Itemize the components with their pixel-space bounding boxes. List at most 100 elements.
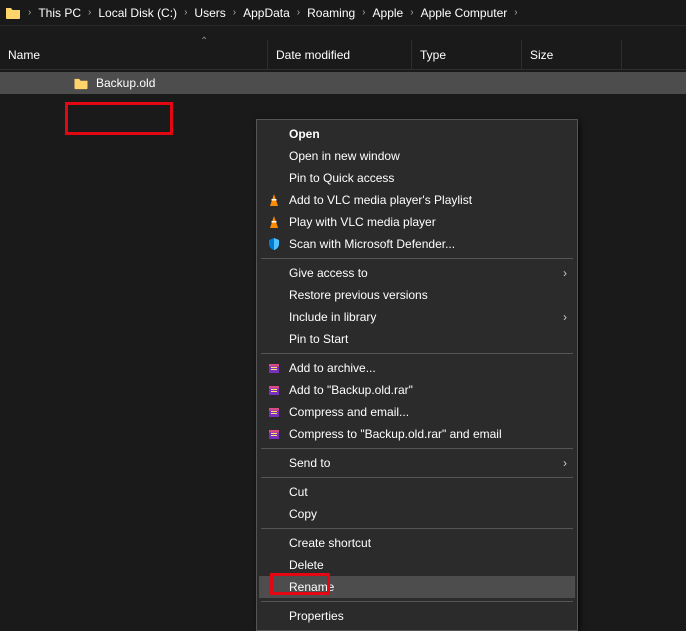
menu-send-to[interactable]: Send to › (259, 452, 575, 474)
breadcrumb-item[interactable]: This PC (33, 4, 86, 22)
winrar-icon (263, 381, 285, 399)
menu-label: Properties (289, 609, 567, 623)
blank-icon (263, 286, 285, 304)
blank-icon (263, 578, 285, 596)
breadcrumb-item[interactable]: Roaming (302, 4, 360, 22)
breadcrumb-item[interactable]: Users (189, 4, 230, 22)
menu-properties[interactable]: Properties (259, 605, 575, 627)
menu-label: Compress to "Backup.old.rar" and email (289, 427, 567, 441)
menu-open[interactable]: Open (259, 123, 575, 145)
menu-defender-scan[interactable]: Scan with Microsoft Defender... (259, 233, 575, 255)
menu-label: Compress and email... (289, 405, 567, 419)
chevron-right-icon: › (86, 7, 93, 18)
menu-label: Open (289, 127, 567, 141)
menu-label: Scan with Microsoft Defender... (289, 237, 567, 251)
breadcrumb-item[interactable]: AppData (238, 4, 295, 22)
menu-compress-email[interactable]: Compress and email... (259, 401, 575, 423)
blank-icon (263, 483, 285, 501)
menu-label: Create shortcut (289, 536, 567, 550)
winrar-icon (263, 425, 285, 443)
menu-label: Restore previous versions (289, 288, 567, 302)
blank-icon (263, 264, 285, 282)
chevron-right-icon: › (563, 266, 567, 280)
menu-separator (261, 601, 573, 602)
menu-add-archive[interactable]: Add to archive... (259, 357, 575, 379)
menu-label: Cut (289, 485, 567, 499)
blank-icon (263, 607, 285, 625)
menu-pin-start[interactable]: Pin to Start (259, 328, 575, 350)
menu-cut[interactable]: Cut (259, 481, 575, 503)
menu-label: Include in library (289, 310, 563, 324)
blank-icon (263, 308, 285, 326)
chevron-right-icon: › (231, 7, 238, 18)
column-header-type[interactable]: Type (412, 40, 522, 69)
breadcrumb-item[interactable]: Local Disk (C:) (93, 4, 182, 22)
menu-label: Rename (289, 580, 567, 594)
chevron-right-icon: › (182, 7, 189, 18)
column-header-date[interactable]: Date modified (268, 40, 412, 69)
file-list-area: ⌃ Name Date modified Type Size Backup.ol… (0, 40, 686, 610)
menu-restore-previous[interactable]: Restore previous versions (259, 284, 575, 306)
blank-icon (263, 505, 285, 523)
blank-icon (263, 125, 285, 143)
breadcrumb-item[interactable]: Apple Computer (416, 4, 513, 22)
blank-icon (263, 454, 285, 472)
menu-rename[interactable]: Rename (259, 576, 575, 598)
menu-label: Play with VLC media player (289, 215, 567, 229)
vlc-icon (263, 191, 285, 209)
menu-label: Add to VLC media player's Playlist (289, 193, 567, 207)
menu-compress-rar-email[interactable]: Compress to "Backup.old.rar" and email (259, 423, 575, 445)
menu-label: Pin to Start (289, 332, 567, 346)
breadcrumb-item[interactable]: Apple (368, 4, 409, 22)
menu-label: Copy (289, 507, 567, 521)
folder-icon (4, 4, 22, 22)
menu-label: Delete (289, 558, 567, 572)
menu-label: Give access to (289, 266, 563, 280)
blank-icon (263, 330, 285, 348)
winrar-icon (263, 403, 285, 421)
menu-add-rar[interactable]: Add to "Backup.old.rar" (259, 379, 575, 401)
blank-icon (263, 534, 285, 552)
chevron-right-icon: › (360, 7, 367, 18)
column-headers: Name Date modified Type Size (0, 40, 686, 70)
column-header-name[interactable]: Name (0, 40, 268, 69)
chevron-right-icon: › (563, 310, 567, 324)
menu-delete[interactable]: Delete (259, 554, 575, 576)
blank-icon (263, 147, 285, 165)
column-header-size[interactable]: Size (522, 40, 622, 69)
context-menu: Open Open in new window Pin to Quick acc… (256, 119, 578, 631)
chevron-right-icon: › (563, 456, 567, 470)
chevron-right-icon: › (295, 7, 302, 18)
annotation-highlight (65, 102, 173, 135)
breadcrumb[interactable]: › This PC › Local Disk (C:) › Users › Ap… (0, 0, 686, 26)
folder-icon (72, 77, 90, 90)
menu-label: Send to (289, 456, 563, 470)
menu-open-new-window[interactable]: Open in new window (259, 145, 575, 167)
shield-icon (263, 235, 285, 253)
menu-label: Open in new window (289, 149, 567, 163)
blank-icon (263, 169, 285, 187)
menu-pin-quick-access[interactable]: Pin to Quick access (259, 167, 575, 189)
file-row[interactable]: Backup.old (0, 72, 686, 94)
menu-label: Pin to Quick access (289, 171, 567, 185)
menu-separator (261, 528, 573, 529)
blank-icon (263, 556, 285, 574)
menu-label: Add to archive... (289, 361, 567, 375)
vlc-icon (263, 213, 285, 231)
menu-separator (261, 258, 573, 259)
chevron-right-icon: › (512, 7, 519, 18)
winrar-icon (263, 359, 285, 377)
menu-create-shortcut[interactable]: Create shortcut (259, 532, 575, 554)
menu-separator (261, 477, 573, 478)
menu-copy[interactable]: Copy (259, 503, 575, 525)
menu-label: Add to "Backup.old.rar" (289, 383, 567, 397)
menu-separator (261, 448, 573, 449)
chevron-right-icon: › (408, 7, 415, 18)
menu-vlc-playlist[interactable]: Add to VLC media player's Playlist (259, 189, 575, 211)
file-name: Backup.old (96, 76, 155, 90)
menu-include-library[interactable]: Include in library › (259, 306, 575, 328)
menu-give-access[interactable]: Give access to › (259, 262, 575, 284)
menu-separator (261, 353, 573, 354)
chevron-right-icon: › (26, 7, 33, 18)
menu-vlc-play[interactable]: Play with VLC media player (259, 211, 575, 233)
